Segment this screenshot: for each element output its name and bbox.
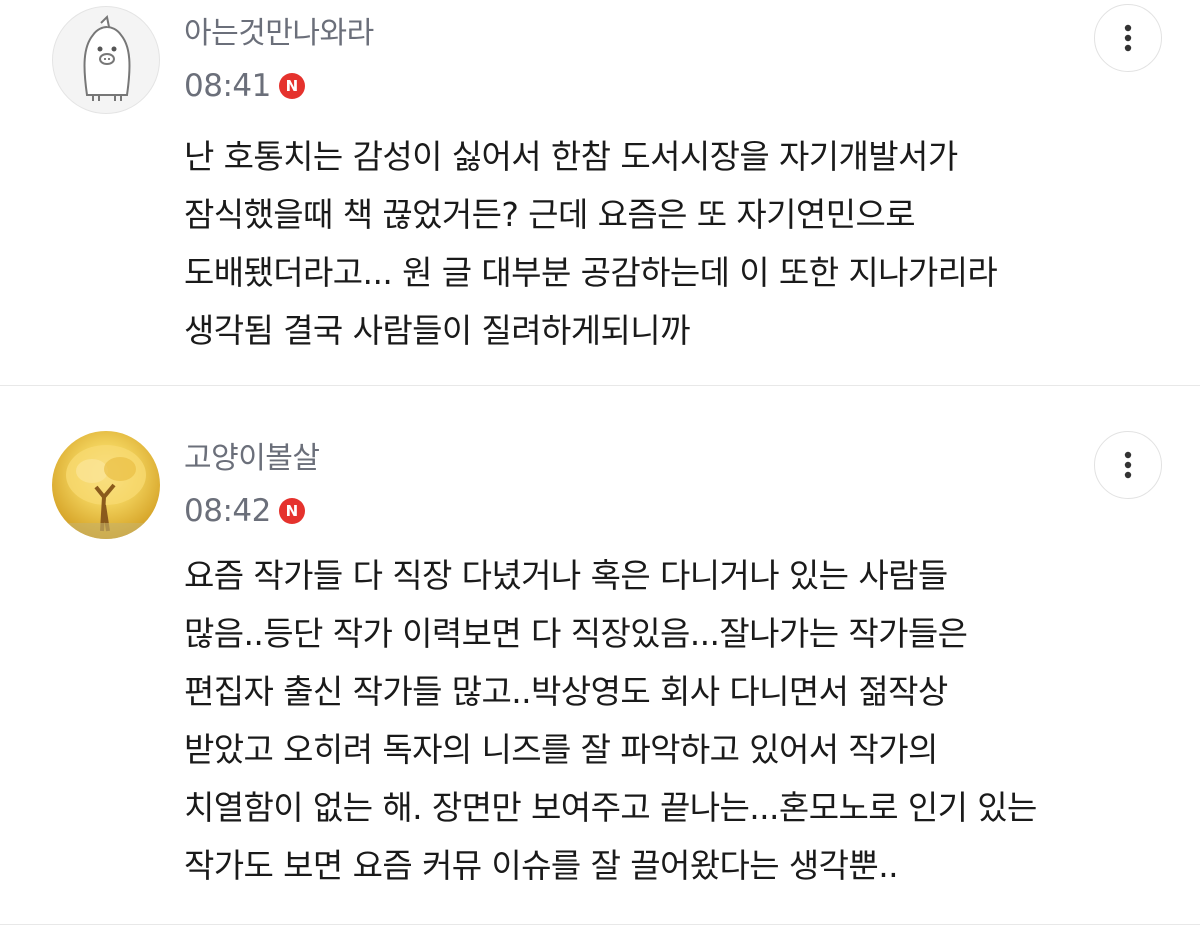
comment-item: 아는것만나와라 08:41 N 난 호통치는 감성이 싫어서 한참 도서시장을 …	[0, 0, 1200, 386]
nickname[interactable]: 고양이볼살	[184, 437, 320, 481]
timestamp: 08:41	[184, 68, 271, 104]
golden-tree-avatar-icon	[52, 445, 160, 539]
penguin-avatar-icon	[83, 14, 131, 101]
nickname[interactable]: 아는것만나와라	[184, 12, 374, 56]
comment-meta: 고양이볼살 08:42 N	[184, 431, 320, 531]
comment-header: 아는것만나와라 08:41 N	[52, 6, 1160, 114]
comment-header: 고양이볼살 08:42 N	[52, 431, 1160, 539]
comment-text: 요즘 작가들 다 직장 다녔거나 혹은 다니거나 있는 사람들 많음..등단 작…	[184, 556, 1037, 885]
divider	[0, 924, 1200, 925]
new-badge: N	[278, 73, 305, 99]
time-row: 08:41 N	[184, 66, 374, 106]
avatar[interactable]	[52, 431, 160, 539]
comment-meta: 아는것만나와라 08:41 N	[184, 6, 374, 106]
time-row: 08:42 N	[184, 491, 320, 531]
comment-text: 난 호통치는 감성이 싫어서 한참 도서시장을 자기개발서가 잠식했을때 책 끊…	[184, 137, 998, 350]
comment-item: 고양이볼살 08:42 N 요즘 작가들 다 직장 다녔거나 혹은 다니거나 있…	[0, 386, 1200, 927]
avatar[interactable]	[52, 6, 160, 114]
more-options-button[interactable]	[1094, 4, 1162, 72]
new-badge: N	[278, 498, 305, 524]
more-vertical-icon	[1124, 451, 1132, 479]
more-vertical-icon	[1124, 24, 1132, 52]
more-options-button[interactable]	[1094, 431, 1162, 499]
timestamp: 08:42	[184, 493, 271, 529]
